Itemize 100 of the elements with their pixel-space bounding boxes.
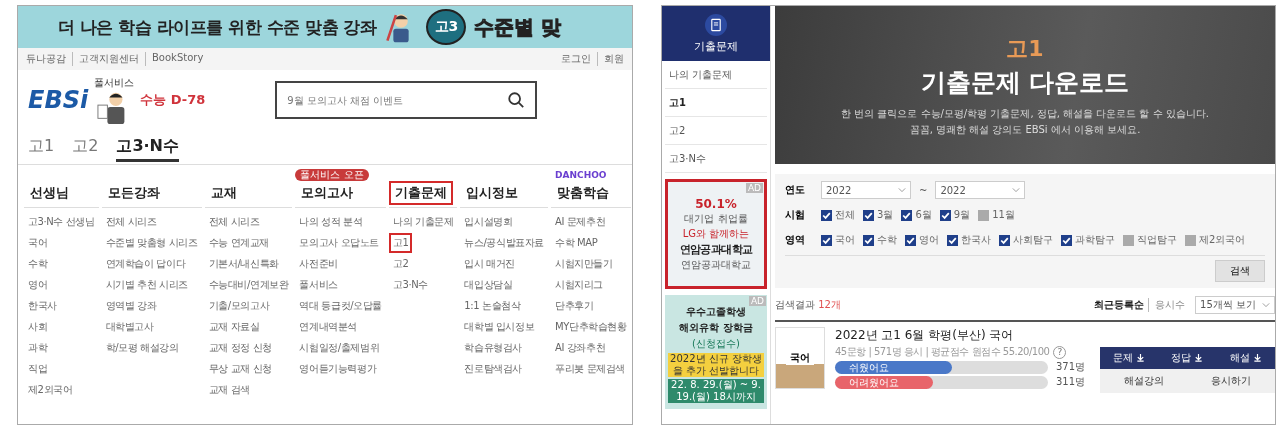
menu-heading[interactable]: 모든강좌 xyxy=(101,181,166,205)
checkbox[interactable] xyxy=(821,209,832,221)
exam-checkbox[interactable]: 3월 xyxy=(863,208,894,222)
checkbox[interactable] xyxy=(863,209,874,221)
exam-checkbox[interactable]: 전체 xyxy=(821,208,855,222)
menu-link[interactable]: 나의 기출문제 xyxy=(388,212,458,232)
exam-title[interactable]: 2022년 고1 6월 학평(부산) 국어 xyxy=(835,327,1090,344)
checkbox[interactable] xyxy=(1061,234,1072,246)
checkbox[interactable] xyxy=(978,209,990,221)
sidebar-item[interactable]: 고2 xyxy=(665,117,767,145)
checkbox[interactable] xyxy=(939,209,951,221)
menu-link[interactable]: 영역별 강좌 xyxy=(101,296,161,316)
menu-link[interactable]: MY단추학습현황 xyxy=(551,317,631,337)
menu-heading[interactable]: 모의고사 xyxy=(295,181,360,205)
year-select[interactable]: 2022 xyxy=(821,181,911,199)
grade-tab[interactable]: 고1 xyxy=(28,136,55,162)
menu-heading[interactable]: 기출문제 xyxy=(388,181,453,205)
menu-link[interactable]: 고2 xyxy=(388,254,413,274)
subject-checkbox[interactable]: 영어 xyxy=(905,233,939,247)
menu-heading[interactable]: 맞춤학습 xyxy=(551,181,616,205)
menu-link[interactable]: 수능대비/연계보완 xyxy=(204,275,293,295)
menu-link[interactable]: 학/모평 해설강의 xyxy=(101,338,183,358)
sort-option[interactable]: 최근등록순 xyxy=(1094,298,1145,312)
menu-link[interactable]: AI 강좌추천 xyxy=(551,338,610,358)
menu-link[interactable]: 입시설명회 xyxy=(460,212,517,232)
checkbox[interactable] xyxy=(863,234,874,246)
menu-link[interactable]: 직업 xyxy=(24,359,52,379)
menu-link[interactable]: 기본서/내신특화 xyxy=(204,254,283,274)
menu-link[interactable]: 1:1 논술첨삭 xyxy=(460,296,525,316)
exam-checkbox[interactable]: 9월 xyxy=(939,208,971,222)
subject-checkbox[interactable]: 수학 xyxy=(863,233,897,247)
menu-link[interactable]: 시험지리그 xyxy=(551,275,608,295)
menu-link[interactable]: 사회 xyxy=(24,317,52,337)
sidebar-item[interactable]: 고3·N수 xyxy=(665,145,767,173)
menu-link[interactable]: 연계학습이 답이다 xyxy=(101,254,190,274)
menu-link[interactable]: 푸리봇 문제검색 xyxy=(551,359,630,379)
sort-option[interactable]: 응시수 xyxy=(1148,298,1186,312)
utility-link[interactable]: 고객지원센터 xyxy=(72,52,139,66)
menu-link[interactable]: 대입상담실 xyxy=(460,275,517,295)
menu-link[interactable]: 영어듣기능력평가 xyxy=(295,359,381,379)
menu-link[interactable]: 한국사 xyxy=(24,296,61,316)
menu-link[interactable]: 역대 등급컷/오답률 xyxy=(295,296,386,316)
menu-link[interactable]: 전체 시리즈 xyxy=(101,212,161,232)
menu-link[interactable]: 국어 xyxy=(24,233,52,253)
download-button[interactable]: 문제 xyxy=(1100,347,1159,369)
menu-link[interactable]: 영어 xyxy=(24,275,52,295)
checkbox[interactable] xyxy=(901,209,913,221)
menu-link[interactable]: 시험지만들기 xyxy=(551,254,617,274)
subject-checkbox[interactable]: 사회탐구 xyxy=(999,233,1053,247)
subject-checkbox[interactable]: 국어 xyxy=(821,233,855,247)
sidebar-item[interactable]: 고1 xyxy=(665,89,767,117)
advertisement[interactable]: AD 50.1% 대기업 취업률 LG와 함께하는 연암공과대학교 연암공과대학교 xyxy=(665,179,767,289)
action-button[interactable]: 응시하기 xyxy=(1187,369,1275,393)
download-button[interactable]: 해설 xyxy=(1216,347,1275,369)
menu-link[interactable]: 기출/모의고사 xyxy=(204,296,274,316)
menu-link[interactable]: 수준별 맞춤형 시리즈 xyxy=(101,233,202,253)
menu-link[interactable]: 제2외국어 xyxy=(24,380,77,400)
subject-checkbox[interactable]: 직업탐구 xyxy=(1123,233,1177,247)
menu-link[interactable]: 시험일정/출제범위 xyxy=(295,338,384,358)
checkbox[interactable] xyxy=(999,234,1010,246)
menu-link[interactable]: 교재 정정 신청 xyxy=(204,338,276,358)
menu-link[interactable]: 뉴스/공식발표자료 xyxy=(460,233,549,253)
year-select[interactable]: 2022 xyxy=(935,181,1026,199)
account-link[interactable]: 회원 xyxy=(597,52,624,66)
menu-link[interactable]: 나의 성적 분석 xyxy=(295,212,367,232)
grade-tab[interactable]: 고3·N수 xyxy=(116,136,179,162)
menu-link[interactable]: 수학 xyxy=(24,254,52,274)
menu-link[interactable]: 교재 자료실 xyxy=(204,317,264,337)
menu-link[interactable]: 수학 MAP xyxy=(551,233,602,253)
menu-link[interactable]: AI 문제추천 xyxy=(551,212,610,232)
page-size-select[interactable]: 15개씩 보기 xyxy=(1195,296,1275,314)
checkbox[interactable] xyxy=(905,234,916,246)
advertisement[interactable]: AD 우수고졸학생 해외유학 장학금 (신청접수) 2022년 신규 장학생을 추가 선발합니다 22. 8. 29.(월) ~ 9. 19.(월) 18시까지 xyxy=(665,295,767,409)
subject-checkbox[interactable]: 과학탐구 xyxy=(1061,233,1115,247)
exam-checkbox[interactable]: 11월 xyxy=(978,208,1015,222)
menu-heading[interactable]: 입시정보 xyxy=(460,181,525,205)
menu-link[interactable]: 대학별고사 xyxy=(101,317,158,337)
site-logo[interactable]: EBSi xyxy=(28,86,89,114)
subject-checkbox[interactable]: 제2외국어 xyxy=(1185,233,1246,247)
menu-link[interactable]: 고1 xyxy=(388,233,413,253)
menu-link[interactable]: 풀서비스 xyxy=(295,275,342,295)
menu-link[interactable]: 무상 교재 신청 xyxy=(204,359,276,379)
menu-link[interactable]: 시기별 추천 시리즈 xyxy=(101,275,192,295)
checkbox[interactable] xyxy=(947,234,958,246)
menu-link[interactable]: 사전준비 xyxy=(295,254,342,274)
menu-link[interactable]: 입시 매거진 xyxy=(460,254,520,274)
utility-link[interactable]: BookStory xyxy=(145,52,204,66)
menu-link[interactable]: 단추후기 xyxy=(551,296,598,316)
menu-link[interactable]: 교재 검색 xyxy=(204,380,254,400)
menu-link[interactable]: 과학 xyxy=(24,338,52,358)
promo-banner[interactable]: 더 나은 학습 라이프를 위한 수준 맞춤 강좌 고3 수준별 맞 xyxy=(18,6,632,48)
menu-link[interactable]: 학습유형검사 xyxy=(460,338,526,358)
exam-thumbnail[interactable]: 국어 xyxy=(775,327,825,389)
menu-link[interactable]: 전체 시리즈 xyxy=(204,212,264,232)
menu-heading[interactable]: 교재 xyxy=(204,181,243,205)
menu-heading[interactable]: 선생님 xyxy=(24,181,75,205)
sidebar-item[interactable]: 나의 기출문제 xyxy=(665,61,767,89)
search-button[interactable]: 검색 xyxy=(1215,260,1265,282)
menu-link[interactable]: 수능 연계교재 xyxy=(204,233,273,253)
checkbox[interactable] xyxy=(1185,234,1196,246)
